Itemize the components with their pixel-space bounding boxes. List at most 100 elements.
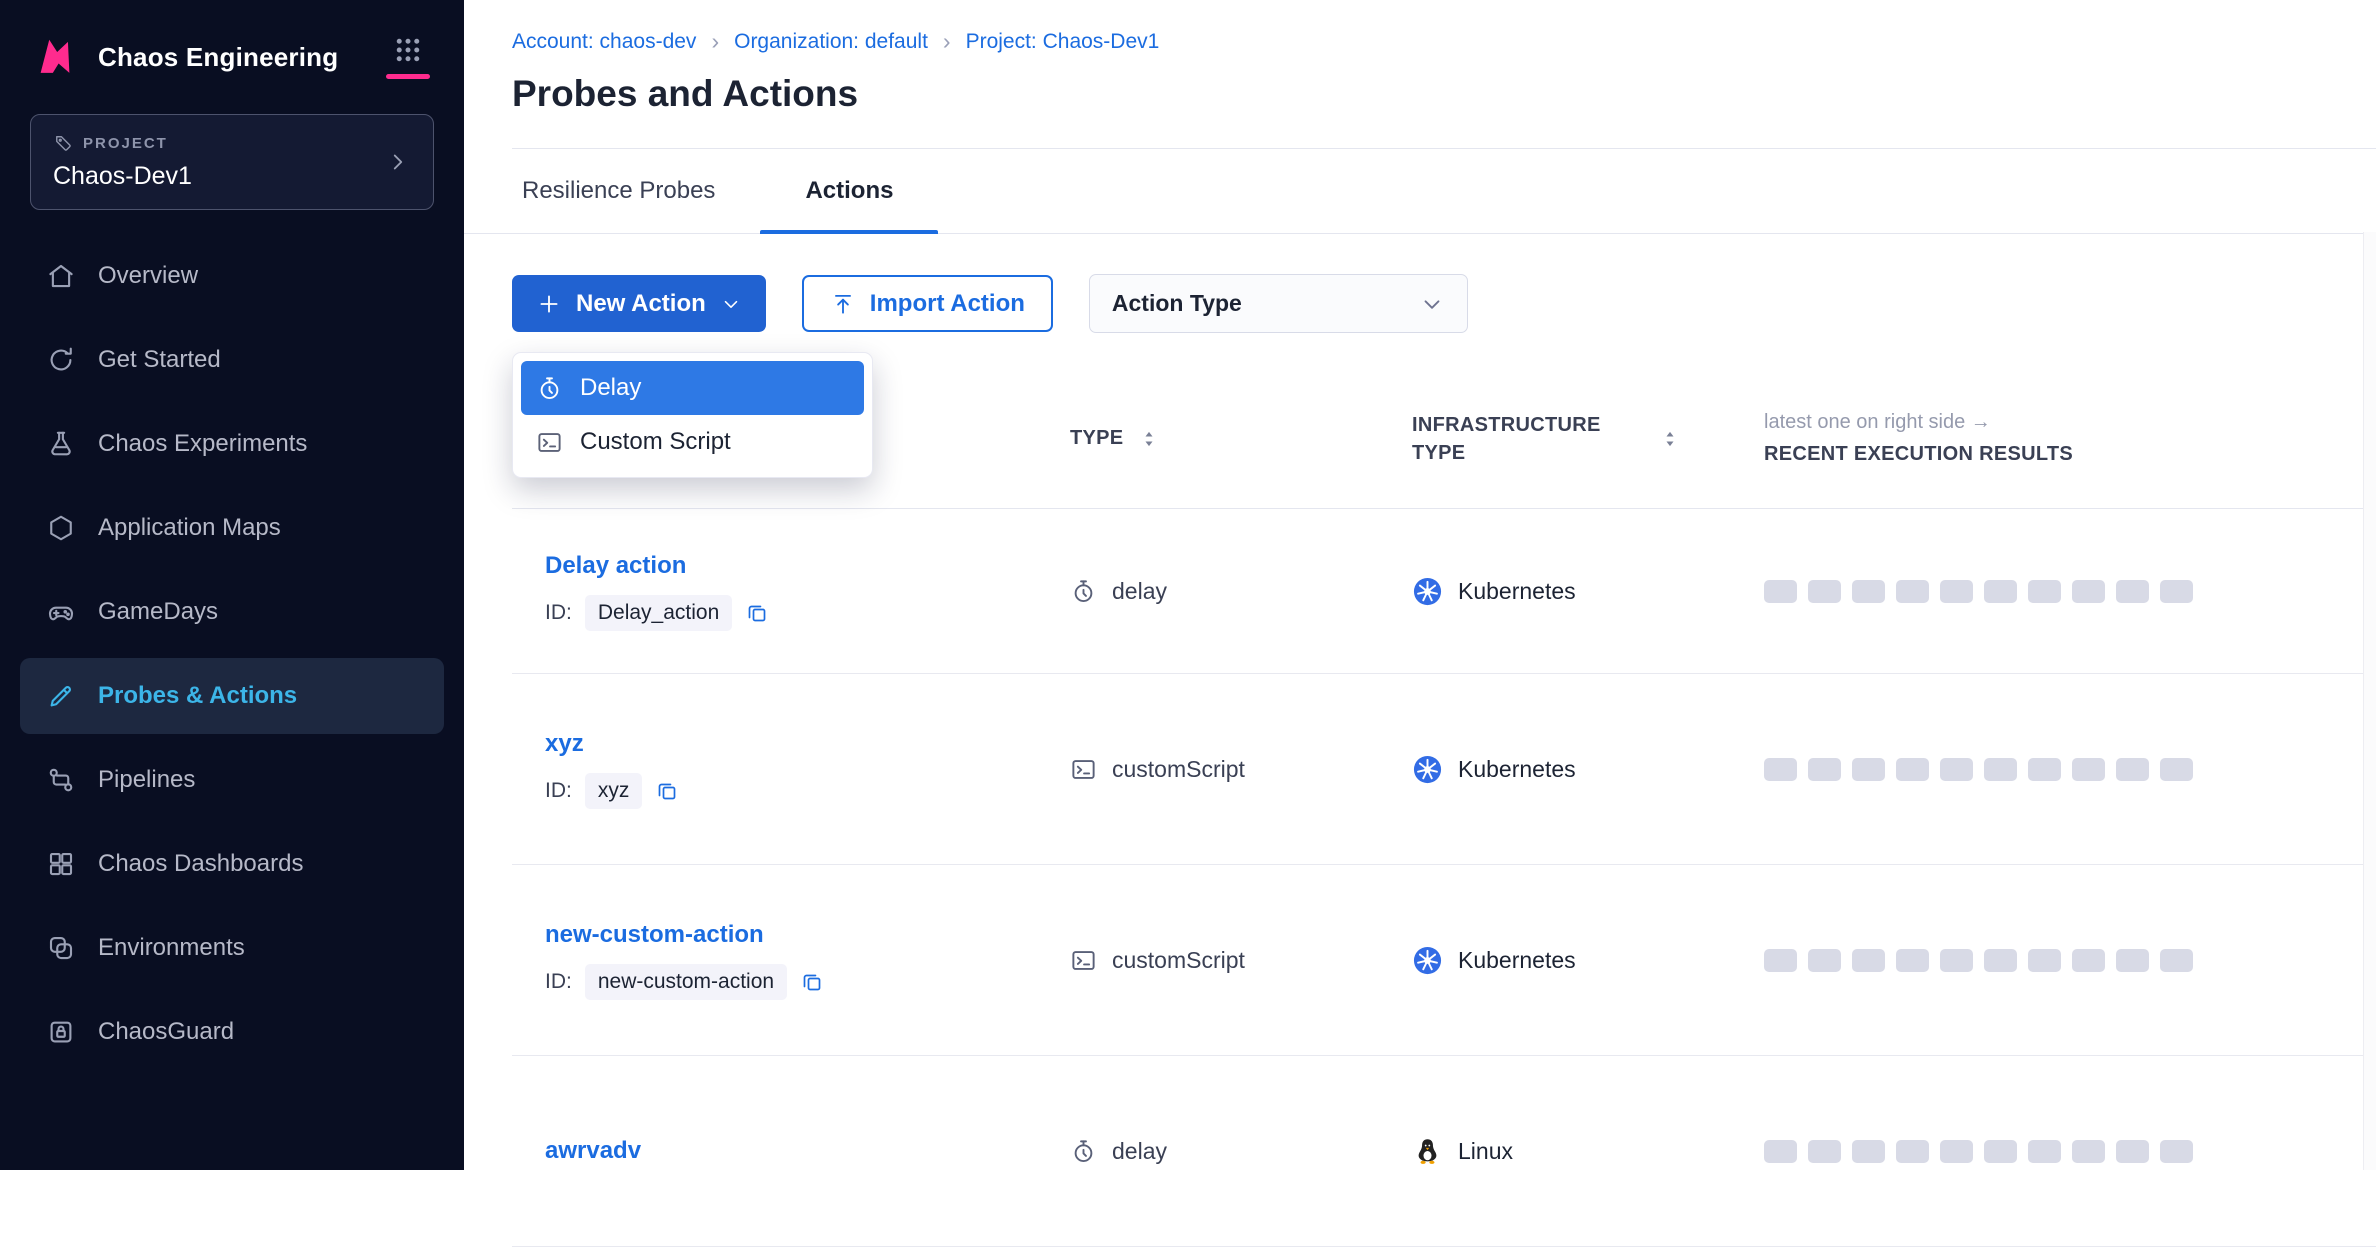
breadcrumb-link[interactable]: Project: Chaos-Dev1 <box>966 30 1160 54</box>
infrastructure-value: Linux <box>1458 1138 1513 1165</box>
execution-result-placeholder <box>2028 949 2061 972</box>
import-action-label: Import Action <box>870 290 1025 318</box>
recent-execution-results <box>1764 949 2376 972</box>
restart-icon <box>46 345 76 375</box>
import-action-button[interactable]: Import Action <box>802 275 1053 332</box>
execution-result-placeholder <box>1764 580 1797 603</box>
sidebar-item[interactable]: Environments <box>20 910 444 986</box>
execution-result-placeholder <box>2072 758 2105 781</box>
execution-result-placeholder <box>1764 949 1797 972</box>
action-name-link[interactable]: Delay action <box>545 552 686 580</box>
dashboard-icon <box>46 849 76 879</box>
tab[interactable]: Actions <box>760 149 938 233</box>
execution-result-placeholder <box>1852 758 1885 781</box>
vertical-scrollbar[interactable] <box>2363 232 2376 1170</box>
menu-item[interactable]: Delay <box>521 361 864 415</box>
menu-item-label: Custom Script <box>580 428 731 456</box>
action-name-link[interactable]: new-custom-action <box>545 921 764 949</box>
breadcrumb-segment: Project: Chaos-Dev1 <box>928 28 1159 55</box>
execution-result-placeholder <box>1940 758 1973 781</box>
execution-result-placeholder <box>1896 1140 1929 1163</box>
execution-result-placeholder <box>2028 758 2061 781</box>
infrastructure-value: Kubernetes <box>1458 756 1576 783</box>
app-switcher[interactable] <box>386 35 430 79</box>
chevron-right-icon <box>385 149 411 175</box>
sidebar-item[interactable]: Chaos Dashboards <box>20 826 444 902</box>
chaos-engineering-logo[interactable] <box>32 34 78 80</box>
id-label: ID: <box>545 779 572 803</box>
execution-result-placeholder <box>2160 949 2193 972</box>
execution-result-placeholder <box>2028 1140 2061 1163</box>
action-type-value: customScript <box>1112 947 1245 974</box>
execution-result-placeholder <box>1984 580 2017 603</box>
new-action-button[interactable]: New Action <box>512 275 766 332</box>
menu-item[interactable]: Custom Script <box>521 415 864 469</box>
project-label: PROJECT <box>83 135 168 152</box>
infrastructure-column-header: INFRASTRUCTURE TYPE <box>1412 411 1764 467</box>
lock-icon <box>46 1017 76 1047</box>
infrastructure-cell: Kubernetes <box>1412 945 1764 976</box>
chevron-down-icon <box>720 293 742 315</box>
execution-result-placeholder <box>1764 1140 1797 1163</box>
sidebar-item[interactable]: Probes & Actions <box>20 658 444 734</box>
action-type-select[interactable]: Action Type <box>1089 274 1468 333</box>
sidebar-item[interactable]: Overview <box>20 238 444 314</box>
copy-icon[interactable] <box>800 970 824 994</box>
execution-result-placeholder <box>1896 949 1929 972</box>
sidebar-item-label: Environments <box>98 934 245 962</box>
sidebar-item-label: Application Maps <box>98 514 281 542</box>
infrastructure-cell: Kubernetes <box>1412 576 1764 607</box>
execution-result-placeholder <box>2116 758 2149 781</box>
sidebar-item-label: Chaos Experiments <box>98 430 307 458</box>
plus-icon <box>536 291 562 317</box>
sidebar-item[interactable]: Pipelines <box>20 742 444 818</box>
sidebar-item-label: Probes & Actions <box>98 682 297 710</box>
results-note: latest one on right side → <box>1764 411 2376 434</box>
action-type-value: Action Type <box>1112 290 1242 317</box>
recent-execution-results <box>1764 1140 2376 1163</box>
tab-label: Actions <box>805 177 893 205</box>
action-name-link[interactable]: xyz <box>545 730 584 758</box>
execution-result-placeholder <box>1896 758 1929 781</box>
execution-result-placeholder <box>1940 949 1973 972</box>
action-name-cell: new-custom-action ID: new-custom-action <box>512 921 1070 1000</box>
id-label: ID: <box>545 601 572 625</box>
stopwatch-icon <box>1070 1138 1097 1165</box>
chevron-down-icon <box>1419 291 1445 317</box>
action-name-link[interactable]: awrvadv <box>545 1137 641 1165</box>
execution-result-placeholder <box>2160 580 2193 603</box>
copy-icon[interactable] <box>655 779 679 803</box>
sidebar-item[interactable]: ChaosGuard <box>20 994 444 1070</box>
sidebar-item[interactable]: Application Maps <box>20 490 444 566</box>
execution-result-placeholder <box>2028 580 2061 603</box>
sidebar-item[interactable]: GameDays <box>20 574 444 650</box>
stopwatch-icon <box>1070 578 1097 605</box>
script-icon <box>536 429 563 456</box>
id-label: ID: <box>545 970 572 994</box>
execution-result-placeholder <box>1984 1140 2017 1163</box>
breadcrumb-link[interactable]: Account: chaos-dev <box>512 30 696 54</box>
sidebar-item[interactable]: Get Started <box>20 322 444 398</box>
sidebar-item[interactable]: Chaos Experiments <box>20 406 444 482</box>
sort-icon[interactable] <box>1139 429 1159 449</box>
app-grid-icon[interactable] <box>393 35 423 65</box>
action-type-cell: delay <box>1070 578 1412 605</box>
sort-icon[interactable] <box>1660 429 1680 449</box>
execution-result-placeholder <box>1940 580 1973 603</box>
tab[interactable]: Resilience Probes <box>512 149 760 233</box>
actions-table: Delay action ID: Delay_action delay Kube… <box>512 509 2376 1247</box>
new-action-label: New Action <box>576 290 706 318</box>
execution-result-placeholder <box>1984 758 2017 781</box>
action-type-cell: customScript <box>1070 947 1412 974</box>
app-switcher-indicator <box>386 74 430 79</box>
breadcrumb-segment: Account: chaos-dev <box>512 30 696 54</box>
infrastructure-cell: Kubernetes <box>1412 754 1764 785</box>
project-selector[interactable]: PROJECT Chaos-Dev1 <box>30 114 434 210</box>
copy-icon[interactable] <box>745 601 769 625</box>
tab-label: Resilience Probes <box>522 177 715 205</box>
breadcrumb-link[interactable]: Organization: default <box>734 30 928 54</box>
sidebar-item-label: Overview <box>98 262 198 290</box>
sidebar-item-label: Get Started <box>98 346 221 374</box>
action-id-chip: xyz <box>585 773 643 809</box>
execution-result-placeholder <box>2116 949 2149 972</box>
